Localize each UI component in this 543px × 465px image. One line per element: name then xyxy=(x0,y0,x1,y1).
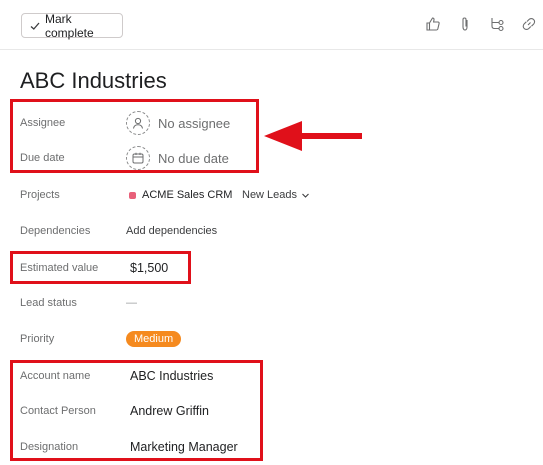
attachment-icon[interactable] xyxy=(456,15,474,33)
projects-label: Projects xyxy=(20,189,60,201)
link-icon[interactable] xyxy=(520,15,538,33)
priority-label: Priority xyxy=(20,333,55,345)
lead-status-row: Lead status — xyxy=(0,288,543,318)
task-title[interactable]: ABC Industries xyxy=(20,68,167,94)
section-name: New Leads xyxy=(242,189,298,201)
lead-status-field[interactable]: — xyxy=(126,297,137,309)
highlight-box-estimated-value xyxy=(10,251,191,284)
mark-complete-label: Mark complete xyxy=(45,11,94,40)
chevron-down-icon xyxy=(301,191,310,200)
subtasks-icon[interactable] xyxy=(488,15,506,33)
thumbs-up-icon[interactable] xyxy=(424,15,442,33)
task-toolbar: Mark complete xyxy=(0,0,543,50)
dependencies-label: Dependencies xyxy=(20,225,91,237)
lead-status-value: — xyxy=(126,297,137,309)
checkmark-icon xyxy=(29,20,41,32)
priority-row: Priority Medium xyxy=(0,324,543,354)
dependencies-row: Dependencies Add dependencies xyxy=(0,216,543,246)
project-color-dot xyxy=(129,191,136,199)
section-dropdown[interactable]: New Leads xyxy=(242,189,310,201)
project-name: ACME Sales CRM xyxy=(142,189,233,201)
project-link[interactable]: ACME Sales CRM xyxy=(129,189,232,201)
add-dependencies-label: Add dependencies xyxy=(126,225,218,237)
lead-status-label: Lead status xyxy=(20,297,77,309)
projects-row: Projects ACME Sales CRM New Leads xyxy=(0,180,543,210)
highlight-box-custom-fields xyxy=(10,360,263,461)
arrow-left-icon xyxy=(264,121,362,151)
highlight-box-assignee-due-date xyxy=(10,99,259,173)
priority-badge: Medium xyxy=(126,331,182,347)
mark-complete-button[interactable]: Mark complete xyxy=(21,11,123,40)
add-dependencies-button[interactable]: Add dependencies xyxy=(126,225,217,237)
priority-field[interactable]: Medium xyxy=(126,331,182,347)
